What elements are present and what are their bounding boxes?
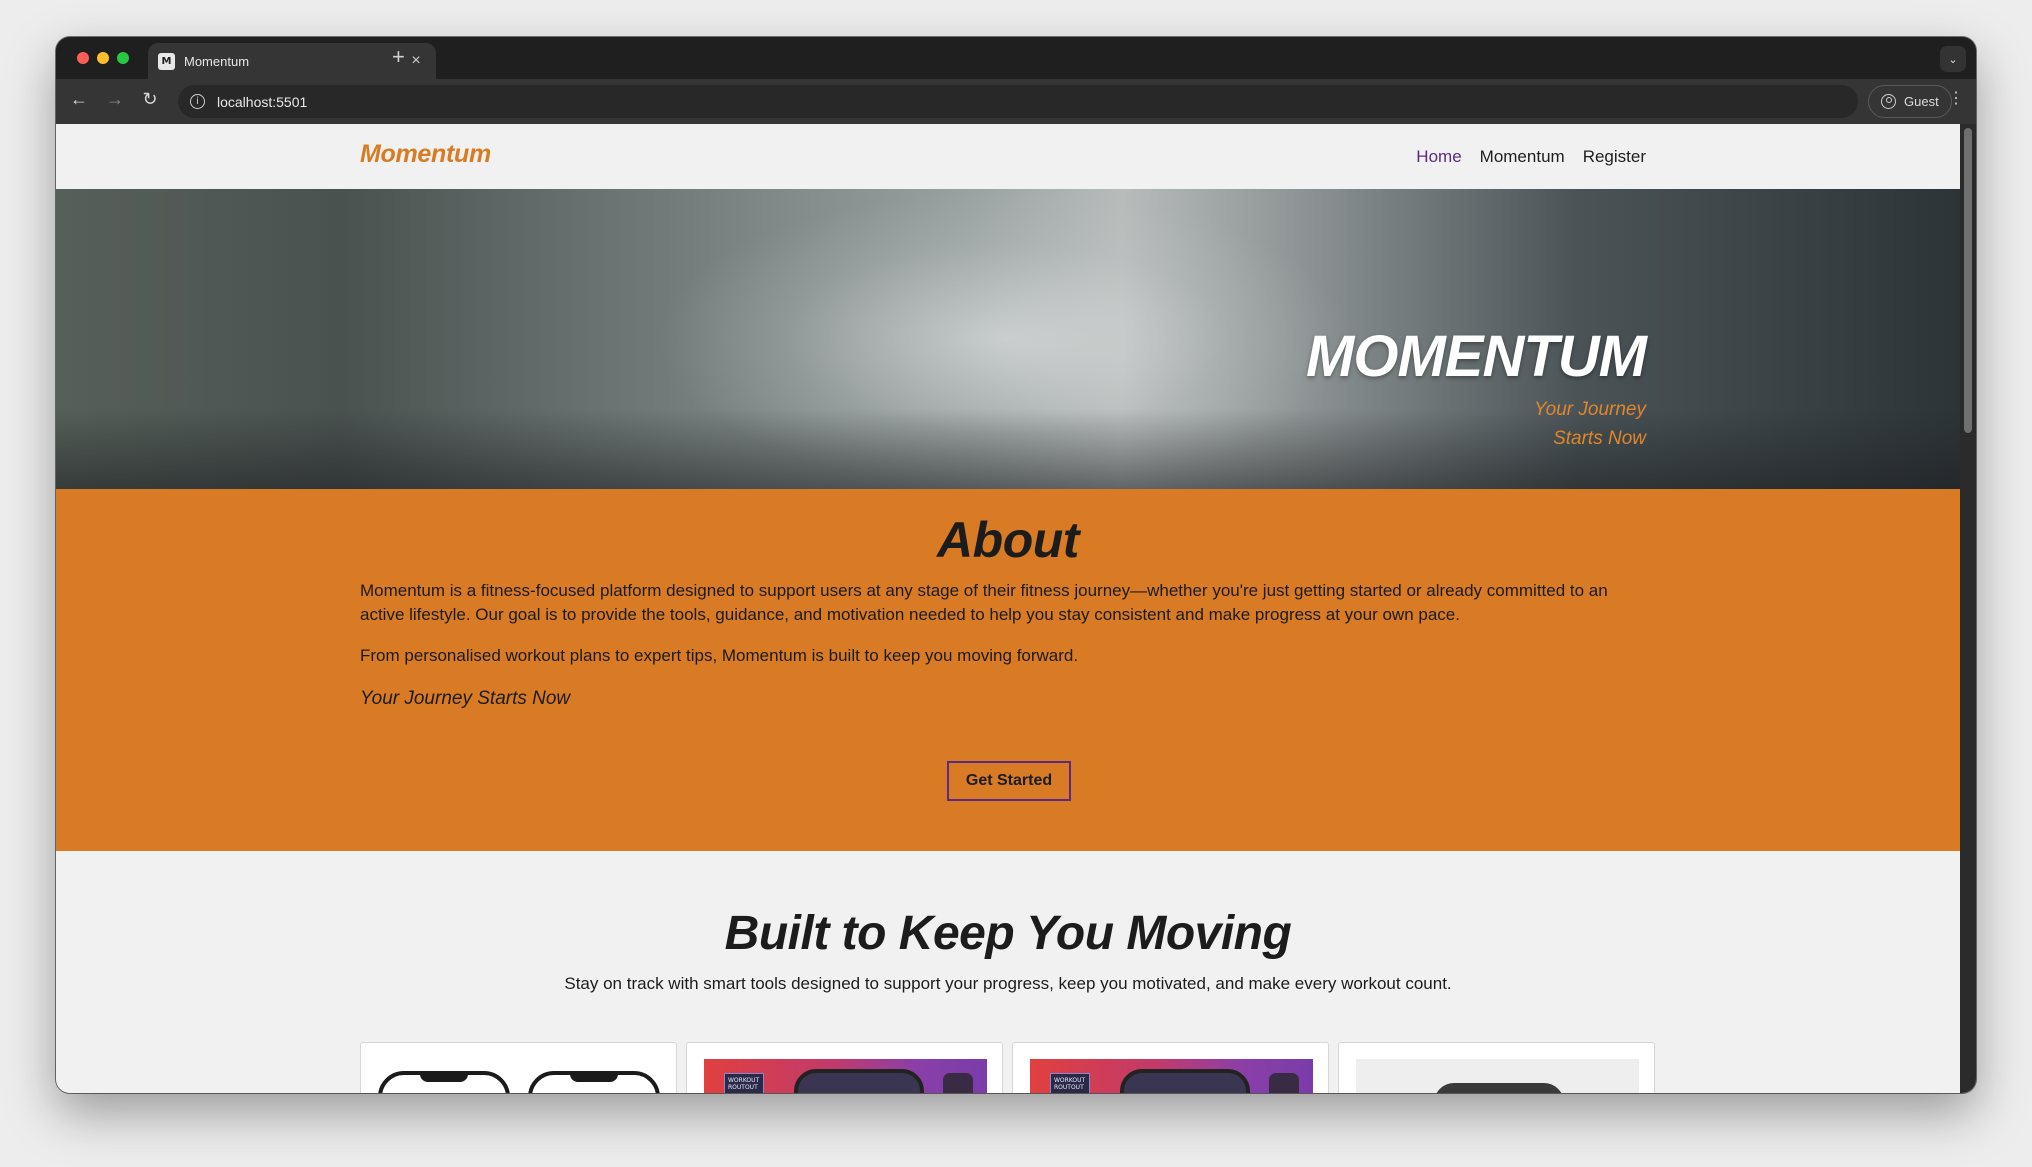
browser-window: M Momentum × + ⌄ ← → ↻ i localhost:5501 … [56,37,1976,1093]
hero-title: MOMENTUM [1306,324,1647,389]
minimize-window-button[interactable] [97,52,109,64]
phone-mockup [1120,1069,1250,1093]
about-section: About Momentum is a fitness-focused plat… [56,489,1960,851]
close-window-button[interactable] [77,52,89,64]
address-bar[interactable]: i localhost:5501 [178,85,1858,118]
url-text: localhost:5501 [217,93,308,110]
phone-mockup [794,1069,924,1093]
feature-card-image [378,1059,661,1093]
phone-mockup [528,1071,660,1093]
feature-card[interactable]: WORKOUT ROUTOUT [1012,1042,1329,1093]
page-viewport: Momentum Home Momentum Register MOMENTUM… [56,124,1976,1093]
brand-logo[interactable]: Momentum [360,140,491,169]
tab-search-chevron-icon[interactable]: ⌄ [1940,46,1966,72]
about-heading: About [937,512,1079,568]
nav-links: Home Momentum Register [1416,147,1646,167]
hero-text: MOMENTUM Your Journey Starts Now [1306,324,1647,453]
about-paragraph-1: Momentum is a fitness-focused platform d… [360,581,1608,624]
page-scrollbar[interactable] [1960,124,1976,1093]
reload-icon[interactable]: ↻ [138,89,162,110]
forward-arrow-icon[interactable]: → [103,89,127,110]
scrollbar-thumb[interactable] [1964,128,1972,433]
feature-card-image: WORKOUT ROUTOUT [1030,1059,1313,1093]
hero-image-shade [56,409,1960,489]
about-tagline: Your Journey Starts Now [360,688,571,709]
page-content: Momentum Home Momentum Register MOMENTUM… [56,124,1960,1093]
back-arrow-icon[interactable]: ← [67,89,91,110]
promo-label: WORKOUT ROUTOUT [724,1073,764,1093]
browser-toolbar: ← → ↻ i localhost:5501 Guest ⋮ [56,79,1976,124]
hero-subtitle: Your Journey Starts Now [1534,399,1646,449]
maximize-window-button[interactable] [117,52,129,64]
features-section: Built to Keep You Moving Stay on track w… [56,851,1960,1093]
feature-card[interactable] [360,1042,677,1093]
nav-link-momentum[interactable]: Momentum [1480,147,1565,167]
nav-link-register[interactable]: Register [1583,147,1646,167]
site-info-icon[interactable]: i [190,94,205,109]
favicon-icon: M [158,52,175,70]
features-heading: Built to Keep You Moving [724,907,1292,960]
nav-link-home[interactable]: Home [1416,147,1461,167]
features-subtitle: Stay on track with smart tools designed … [564,974,1452,993]
promo-label: WORKOUT ROUTOUT [1050,1073,1090,1093]
about-paragraph-2: From personalised workout plans to exper… [360,646,1079,665]
profile-label: Guest [1904,94,1939,109]
device-mockup [1434,1083,1564,1093]
hero-banner: MOMENTUM Your Journey Starts Now [56,189,1960,489]
more-menu-icon[interactable]: ⋮ [1948,91,1964,107]
feature-card[interactable] [1338,1042,1655,1093]
tab-title: Momentum [184,53,250,69]
about-body: Momentum is a fitness-focused platform d… [360,579,1656,710]
feature-card-image [1356,1059,1639,1093]
feature-card[interactable]: WORKOUT ROUTOUT [686,1042,1003,1093]
feature-cards: WORKOUT ROUTOUT WORKOUT ROUTOUT [360,1042,1655,1093]
close-tab-icon[interactable]: × [406,52,426,70]
feature-card-image: WORKOUT ROUTOUT [704,1059,987,1093]
site-navbar: Momentum Home Momentum Register [56,124,1960,189]
get-started-button[interactable]: Get Started [947,761,1071,801]
new-tab-icon[interactable]: + [392,46,405,68]
app-icon [1269,1073,1299,1093]
profile-button[interactable]: Guest [1868,85,1952,118]
phone-mockup [378,1071,510,1093]
tab-strip: M Momentum × + ⌄ [56,37,1976,79]
profile-icon [1881,94,1896,109]
app-icon [943,1073,973,1093]
